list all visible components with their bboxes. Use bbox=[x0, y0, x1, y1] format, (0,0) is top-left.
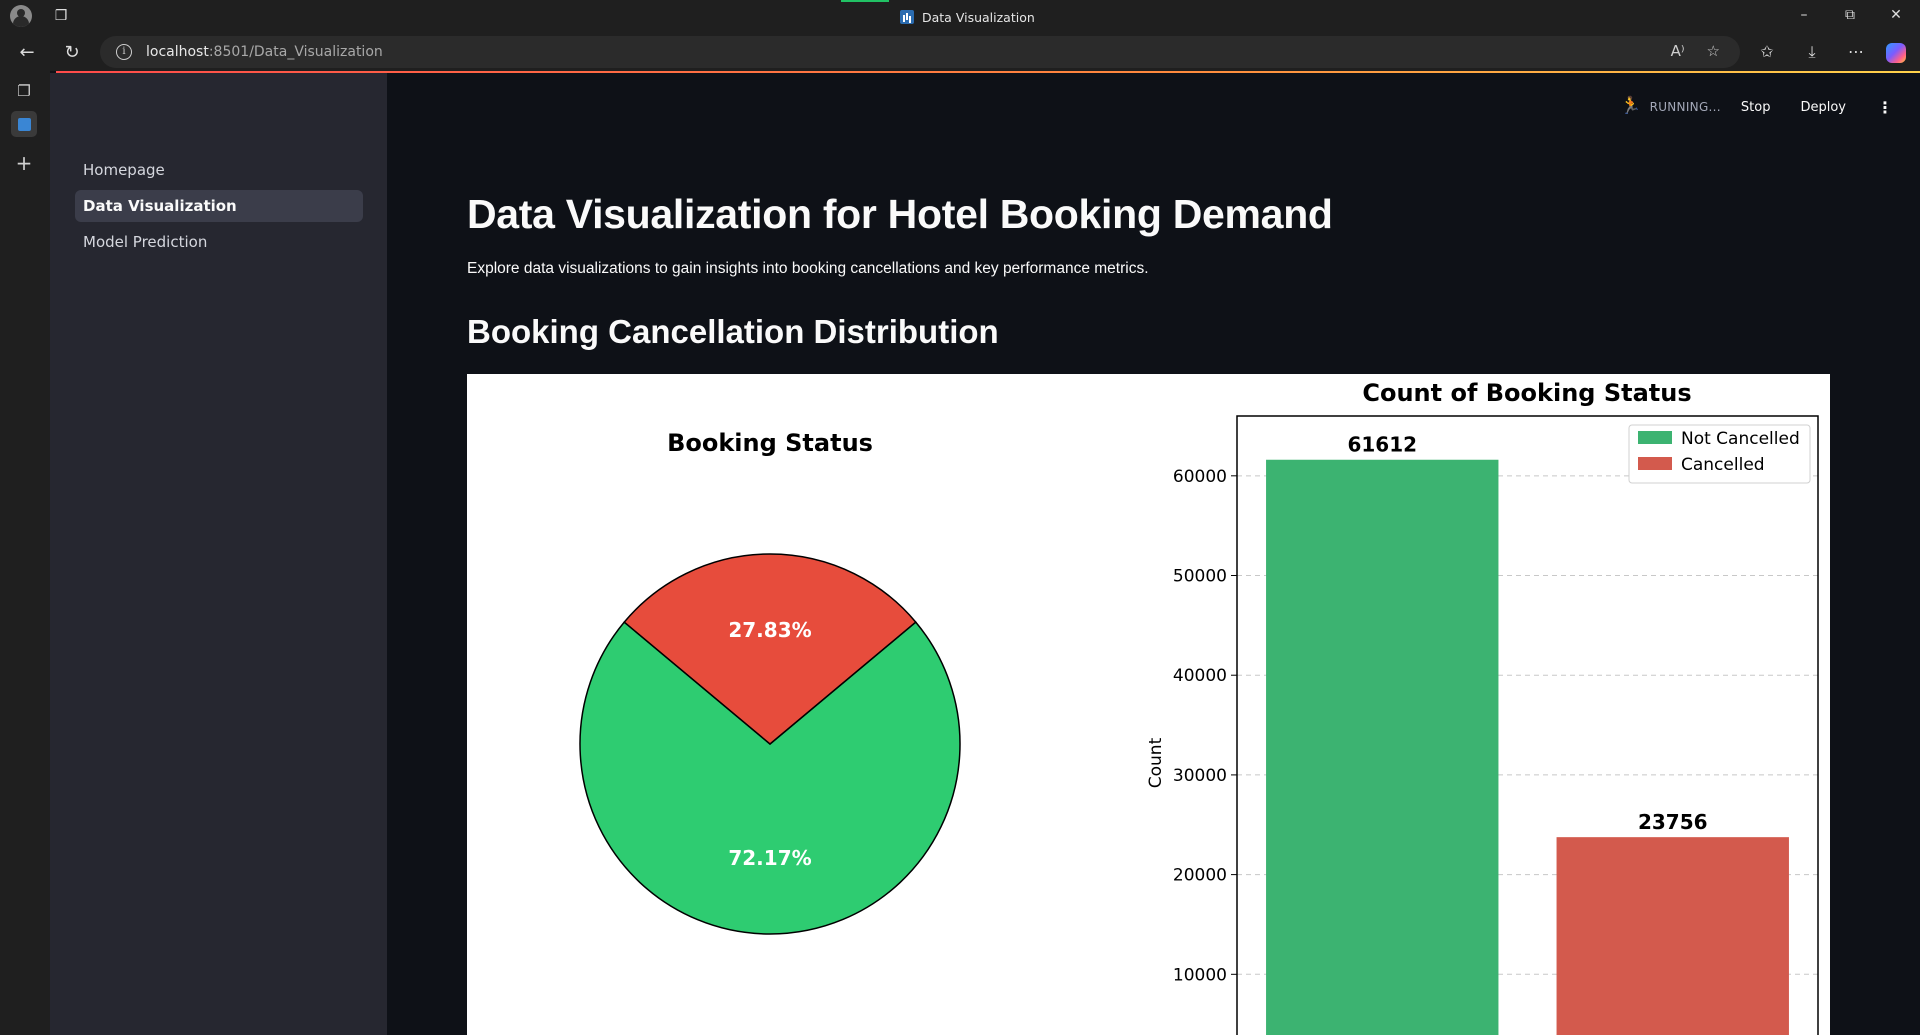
bar-chart-title: Count of Booking Status bbox=[1362, 379, 1691, 407]
site-info-icon[interactable]: i bbox=[116, 44, 132, 60]
legend-label-not-cancelled: Not Cancelled bbox=[1681, 429, 1800, 449]
sidebar: Homepage Data Visualization Model Predic… bbox=[50, 73, 387, 1035]
minimize-button[interactable]: – bbox=[1794, 7, 1814, 23]
restore-button[interactable]: ⧉ bbox=[1840, 7, 1860, 23]
download-icon[interactable]: ⤓ bbox=[1801, 42, 1823, 62]
pie-chart: 72.17% 27.83% bbox=[579, 553, 961, 935]
section-title: Booking Cancellation Distribution bbox=[467, 313, 999, 350]
page-title: Data Visualization for Hotel Booking Dem… bbox=[467, 191, 1333, 237]
running-man-icon: 🏃 bbox=[1619, 96, 1642, 116]
favorites-icon[interactable]: ✩ bbox=[1756, 42, 1778, 61]
copilot-icon[interactable] bbox=[1886, 43, 1906, 63]
url-text[interactable]: localhost:8501/Data_Visualization bbox=[146, 44, 383, 60]
app-header: 🏃 RUNNING... Stop Deploy ⋮ bbox=[1620, 95, 1920, 119]
browser-title-bar: ❒ Data Visualization – ⧉ ✕ bbox=[0, 0, 1920, 33]
more-options-icon[interactable]: ⋯ bbox=[1845, 42, 1867, 61]
refresh-icon[interactable]: ↻ bbox=[61, 42, 83, 64]
bar-not-cancelled bbox=[1266, 459, 1499, 1035]
tab-actions-icon[interactable]: ❐ bbox=[11, 78, 37, 104]
page-subtitle: Explore data visualizations to gain insi… bbox=[467, 260, 1149, 277]
running-status: RUNNING... bbox=[1649, 100, 1721, 114]
sidebar-item-model-prediction[interactable]: Model Prediction bbox=[75, 226, 363, 258]
stop-button[interactable]: Stop bbox=[1741, 100, 1771, 115]
main-menu-icon[interactable]: ⋮ bbox=[1876, 98, 1894, 117]
y-tick-label: 40000 bbox=[1173, 666, 1227, 686]
active-tab-icon[interactable] bbox=[11, 111, 37, 137]
tab-accent-indicator bbox=[841, 0, 889, 2]
bar-chart-legend: Not Cancelled Cancelled bbox=[1628, 424, 1811, 484]
window-title: Data Visualization bbox=[900, 8, 1035, 26]
bar-cancelled bbox=[1556, 837, 1789, 1035]
sidebar-item-homepage[interactable]: Homepage bbox=[75, 154, 363, 186]
new-tab-plus-icon[interactable]: + bbox=[11, 150, 37, 176]
pie-label-cancelled: 27.83% bbox=[728, 618, 811, 642]
y-tick-label: 20000 bbox=[1173, 866, 1227, 886]
vertical-tab-strip: ❐ + bbox=[0, 71, 50, 1035]
bar-value-label-not-cancelled: 61612 bbox=[1347, 433, 1417, 457]
pie-label-not-cancelled: 72.17% bbox=[728, 846, 811, 870]
workspaces-icon[interactable]: ❒ bbox=[52, 7, 70, 25]
main-content: 🏃 RUNNING... Stop Deploy ⋮ Data Visualiz… bbox=[387, 73, 1920, 1035]
matplotlib-figure: Booking Status 72.17% 27.83% Count of Boo… bbox=[467, 374, 1830, 1035]
address-bar[interactable]: i localhost:8501/Data_Visualization A⁾ ☆ bbox=[100, 36, 1740, 68]
sidebar-item-data-visualization[interactable]: Data Visualization bbox=[75, 190, 363, 222]
bar-value-label-cancelled: 23756 bbox=[1638, 810, 1708, 834]
pie-chart-title: Booking Status bbox=[667, 429, 873, 457]
legend-label-cancelled: Cancelled bbox=[1681, 455, 1765, 475]
y-tick-label: 10000 bbox=[1173, 965, 1227, 985]
legend-swatch-cancelled bbox=[1638, 457, 1672, 470]
y-tick-label: 50000 bbox=[1173, 567, 1227, 587]
bar-chart-y-axis-label: Count bbox=[1146, 737, 1166, 788]
y-tick-label: 30000 bbox=[1173, 766, 1227, 786]
window-title-text: Data Visualization bbox=[922, 9, 1035, 25]
profile-avatar-icon[interactable] bbox=[10, 5, 32, 27]
app-favicon-icon bbox=[900, 10, 914, 24]
deploy-button[interactable]: Deploy bbox=[1800, 100, 1846, 115]
back-arrow-icon[interactable]: ← bbox=[16, 42, 38, 64]
legend-swatch-not-cancelled bbox=[1638, 431, 1672, 444]
browser-toolbar: ← ↻ i localhost:8501/Data_Visualization … bbox=[0, 33, 1920, 71]
y-tick-label: 60000 bbox=[1173, 467, 1227, 487]
close-window-button[interactable]: ✕ bbox=[1886, 7, 1906, 23]
favorite-star-icon[interactable]: ☆ bbox=[1707, 42, 1720, 60]
read-aloud-icon[interactable]: A⁾ bbox=[1671, 42, 1685, 60]
chart-canvas: Booking Status 72.17% 27.83% Count of Boo… bbox=[579, 379, 1819, 1035]
bar-chart: 10000 20000 30000 40000 50000 60000 61612 23756… bbox=[1173, 415, 1819, 1035]
